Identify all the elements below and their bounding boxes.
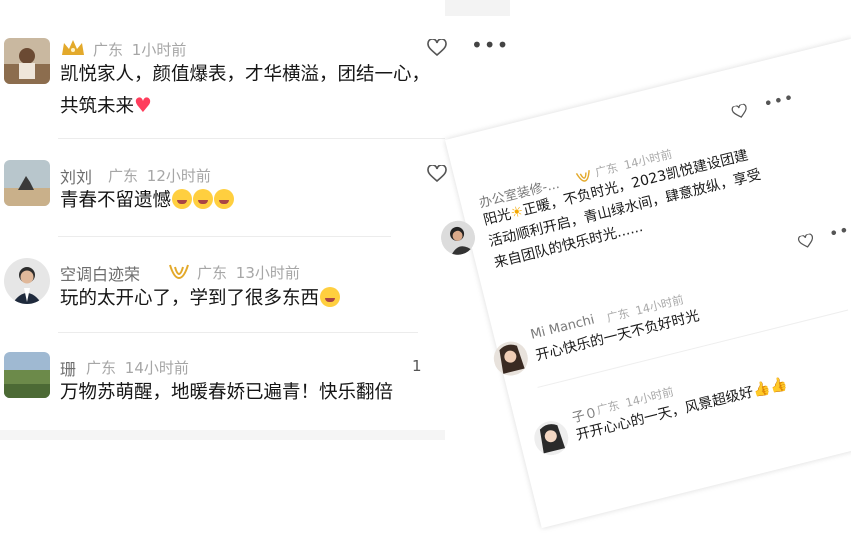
comment-list-left: 广东 1小时前 ••• 凯悦家人，颜值爆表，才华横溢，团结一心， 共筑未来♥ 刘…: [0, 0, 508, 496]
username[interactable]: 空调白迹荣: [60, 261, 140, 285]
grin-emoji: [172, 189, 193, 209]
heart-outline-icon[interactable]: [427, 39, 447, 57]
avatar[interactable]: [4, 160, 50, 206]
avatar[interactable]: [530, 417, 572, 459]
location: 广东: [86, 359, 117, 377]
grin-emoji: [320, 287, 341, 307]
more-dots-icon[interactable]: •••: [471, 35, 509, 55]
timestamp: 14小时前: [124, 359, 189, 377]
divider: [58, 332, 418, 333]
comment-text: 凯悦家人，颜值爆表，才华横溢，团结一心， 共筑未来♥: [60, 60, 430, 122]
comment-text: 万物苏萌醒，地暖春娇已遍青！快乐翻倍: [60, 382, 394, 403]
red-heart-emoji: ♥: [134, 93, 152, 117]
divider: [58, 236, 391, 237]
avatar[interactable]: [4, 352, 50, 398]
like-count: 1: [412, 357, 422, 375]
avatar[interactable]: [490, 337, 532, 380]
crown-icon: [60, 38, 86, 62]
grin-emoji: [193, 189, 214, 209]
comment-text: 青春不留遗憾: [60, 186, 235, 216]
heart-outline-icon[interactable]: [797, 233, 816, 250]
username[interactable]: 刘刘: [60, 164, 92, 188]
location: 广东: [108, 167, 139, 185]
comment-item: 珊 广东 14小时前 1 万物苏萌醒，地暖春娇已遍青！快乐翻倍: [0, 344, 445, 430]
v-badge-icon: [168, 262, 190, 284]
location: 广东: [93, 41, 124, 59]
heart-outline-icon[interactable]: [427, 165, 447, 183]
timestamp: 12小时前: [146, 167, 211, 185]
divider: [58, 138, 445, 139]
avatar[interactable]: [4, 258, 50, 304]
thumbs-up-emoji: 👍: [768, 375, 789, 396]
panel-footer-strip: [0, 430, 445, 440]
comment-item: 空调白迹荣 广东 13小时前 玩的太开心了，学到了很多东西: [0, 248, 445, 332]
timestamp: 1小时前: [131, 41, 187, 59]
comment-list-right: ••• 办公室装修-... 广东 14小时前 阳光☀正暖，不负时光，2023凯悦…: [437, 38, 851, 529]
timestamp: 13小时前: [235, 264, 300, 282]
avatar[interactable]: [4, 38, 50, 84]
comment-item: 刘刘 广东 12小时前 ••• 青春不留遗憾: [0, 152, 508, 232]
username[interactable]: 珊: [60, 356, 76, 380]
comment-text: 玩的太开心了，学到了很多东西: [60, 284, 341, 314]
comment-item: 广东 1小时前 ••• 凯悦家人，颜值爆表，才华横溢，团结一心， 共筑未来♥: [0, 30, 508, 130]
location: 广东: [197, 264, 228, 282]
grin-emoji: [214, 189, 235, 209]
